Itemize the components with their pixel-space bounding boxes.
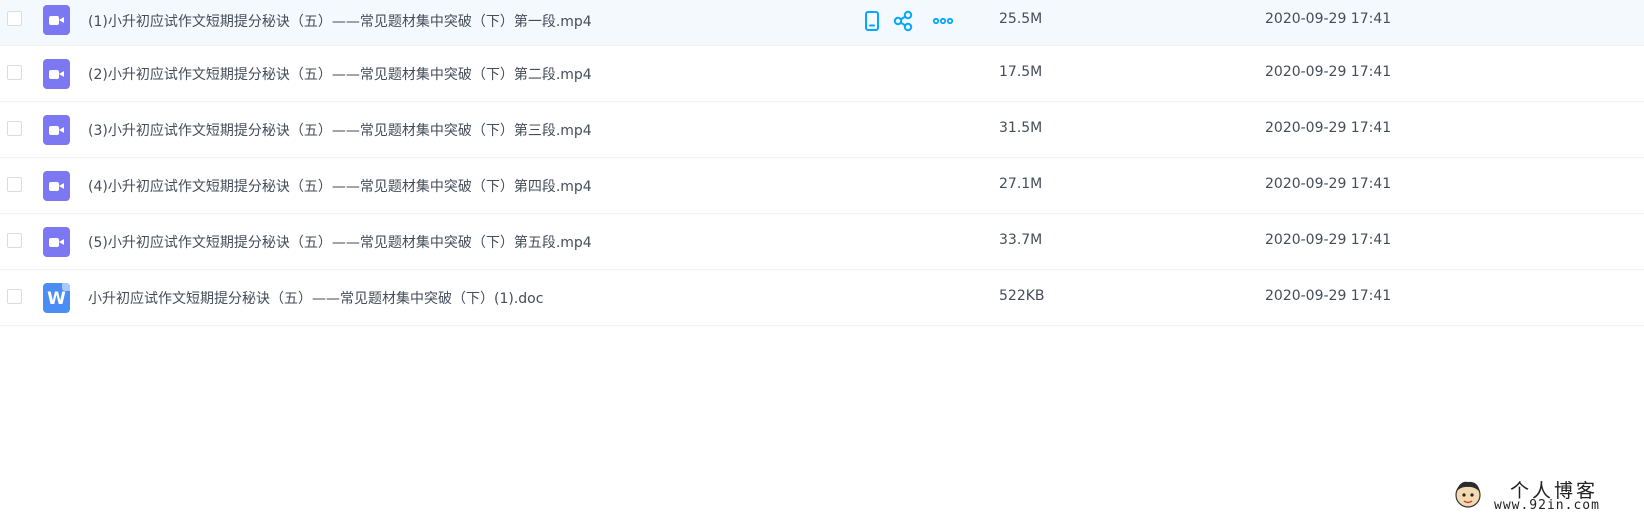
- video-icon: [43, 227, 70, 257]
- row-checkbox[interactable]: [7, 11, 22, 26]
- row-checkbox[interactable]: [7, 65, 22, 80]
- row-checkbox[interactable]: [7, 233, 22, 248]
- file-row[interactable]: (3)小升初应试作文短期提分秘诀（五）——常见题材集中突破（下）第三段.mp4 …: [0, 102, 1644, 158]
- file-name[interactable]: (1)小升初应试作文短期提分秘诀（五）——常见题材集中突破（下）第一段.mp4: [88, 11, 592, 31]
- share-icon[interactable]: [891, 9, 915, 33]
- watermark-url: www.92in.com: [1494, 498, 1600, 513]
- row-checkbox[interactable]: [7, 177, 22, 192]
- file-row[interactable]: (1)小升初应试作文短期提分秘诀（五）——常见题材集中突破（下）第一段.mp4 …: [0, 0, 1644, 46]
- file-date: 2020-09-29 17:41: [1265, 120, 1392, 136]
- file-date: 2020-09-29 17:41: [1265, 288, 1392, 304]
- file-size: 33.7M: [999, 232, 1043, 248]
- file-name[interactable]: (3)小升初应试作文短期提分秘诀（五）——常见题材集中突破（下）第三段.mp4: [88, 120, 592, 140]
- video-icon: [43, 115, 70, 145]
- file-size: 17.5M: [999, 64, 1043, 80]
- row-checkbox[interactable]: [7, 289, 22, 304]
- file-size: 31.5M: [999, 120, 1043, 136]
- phone-icon[interactable]: [860, 9, 884, 33]
- word-doc-letter: W: [47, 289, 66, 309]
- watermark-logo: 个人博客 www.92in.com: [1450, 474, 1640, 514]
- video-icon: [43, 59, 70, 89]
- video-icon: [43, 5, 70, 35]
- file-row[interactable]: W 小升初应试作文短期提分秘诀（五）——常见题材集中突破（下）(1).doc 5…: [0, 270, 1644, 326]
- row-checkbox[interactable]: [7, 121, 22, 136]
- file-size: 27.1M: [999, 176, 1043, 192]
- file-row[interactable]: (4)小升初应试作文短期提分秘诀（五）——常见题材集中突破（下）第四段.mp4 …: [0, 158, 1644, 214]
- file-row[interactable]: (5)小升初应试作文短期提分秘诀（五）——常见题材集中突破（下）第五段.mp4 …: [0, 214, 1644, 270]
- file-list: (1)小升初应试作文短期提分秘诀（五）——常见题材集中突破（下）第一段.mp4 …: [0, 0, 1644, 326]
- more-icon[interactable]: [931, 9, 955, 33]
- word-doc-icon: W: [43, 283, 70, 313]
- file-date: 2020-09-29 17:41: [1265, 11, 1392, 27]
- file-size: 522KB: [999, 288, 1045, 304]
- file-name[interactable]: 小升初应试作文短期提分秘诀（五）——常见题材集中突破（下）(1).doc: [88, 288, 543, 308]
- avatar-icon: [1455, 481, 1481, 508]
- file-name[interactable]: (2)小升初应试作文短期提分秘诀（五）——常见题材集中突破（下）第二段.mp4: [88, 64, 592, 84]
- file-name[interactable]: (4)小升初应试作文短期提分秘诀（五）——常见题材集中突破（下）第四段.mp4: [88, 176, 592, 196]
- file-name[interactable]: (5)小升初应试作文短期提分秘诀（五）——常见题材集中突破（下）第五段.mp4: [88, 232, 592, 252]
- file-size: 25.5M: [999, 11, 1043, 27]
- file-date: 2020-09-29 17:41: [1265, 64, 1392, 80]
- video-icon: [43, 171, 70, 201]
- file-date: 2020-09-29 17:41: [1265, 176, 1392, 192]
- file-date: 2020-09-29 17:41: [1265, 232, 1392, 248]
- file-row[interactable]: (2)小升初应试作文短期提分秘诀（五）——常见题材集中突破（下）第二段.mp4 …: [0, 46, 1644, 102]
